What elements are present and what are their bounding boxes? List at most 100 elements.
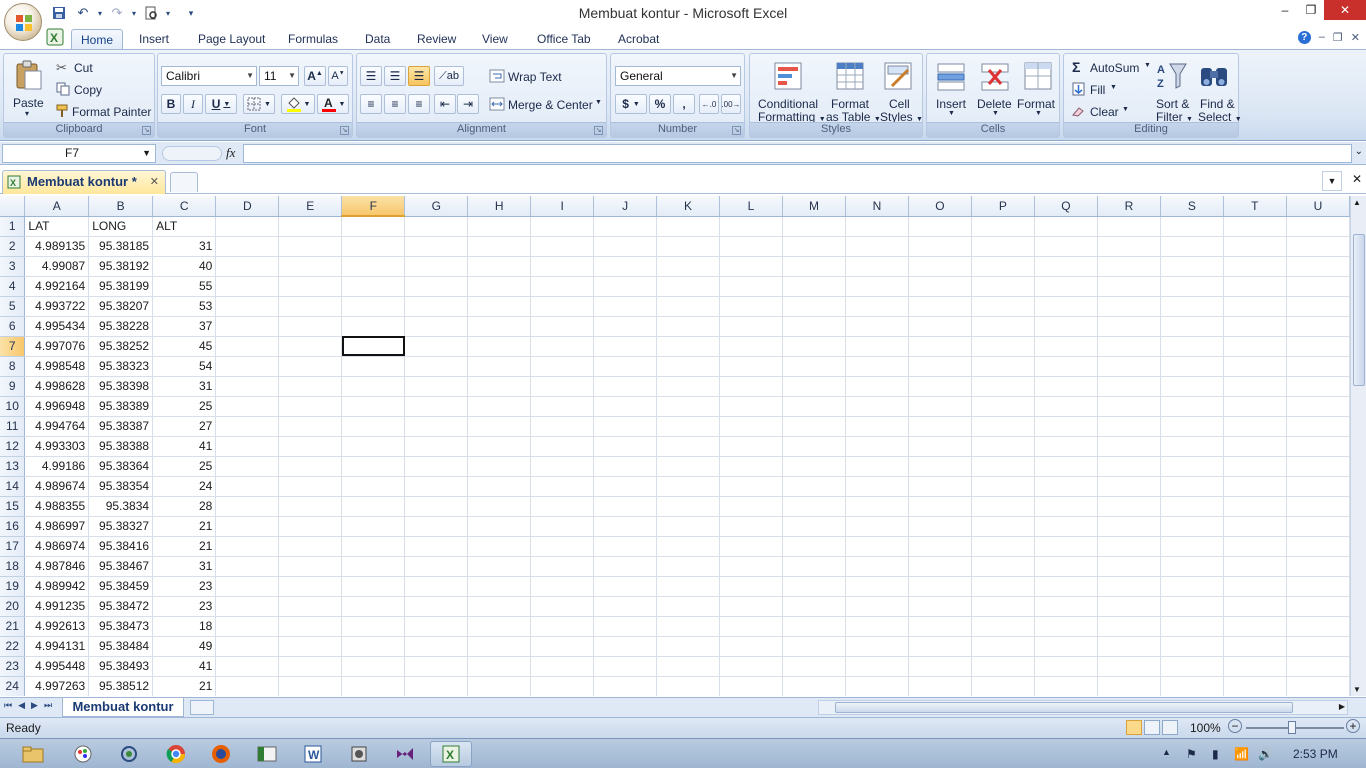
cell[interactable]: 95.38185 (88, 236, 154, 257)
cell[interactable] (1160, 356, 1224, 377)
cell[interactable] (278, 436, 343, 457)
cell[interactable] (908, 476, 972, 497)
row-header[interactable]: 22 (0, 636, 26, 657)
cell[interactable] (1034, 296, 1098, 317)
cell[interactable] (530, 216, 595, 237)
cell[interactable]: 4.992613 (24, 616, 90, 637)
cell[interactable] (782, 556, 846, 577)
cell[interactable] (1160, 536, 1224, 557)
cell[interactable] (782, 236, 846, 257)
cell[interactable] (1223, 596, 1287, 617)
cell[interactable] (278, 256, 343, 277)
cell[interactable] (908, 356, 972, 377)
cell[interactable] (1223, 336, 1287, 357)
cell[interactable] (404, 256, 469, 277)
cell[interactable] (656, 676, 720, 696)
cell[interactable] (467, 256, 532, 277)
cell[interactable] (593, 276, 658, 297)
cell[interactable] (215, 576, 280, 597)
cell[interactable] (782, 536, 846, 557)
cell[interactable] (215, 556, 280, 577)
cell[interactable] (971, 376, 1035, 397)
cell[interactable]: 37 (152, 316, 217, 337)
expand-formula-bar-icon[interactable]: ⌄ (1355, 146, 1363, 157)
italic-button[interactable]: I (183, 94, 203, 114)
cell[interactable] (719, 576, 783, 597)
cell[interactable] (1160, 616, 1224, 637)
cell[interactable] (1286, 336, 1350, 357)
cell[interactable] (1223, 656, 1287, 677)
excel-icon[interactable]: X (46, 28, 64, 46)
cell[interactable] (593, 616, 658, 637)
row-header[interactable]: 13 (0, 456, 26, 477)
cell[interactable] (719, 296, 783, 317)
cell[interactable] (908, 656, 972, 677)
cell[interactable] (1286, 216, 1350, 237)
cell[interactable] (530, 616, 595, 637)
vertical-scroll-thumb[interactable] (1353, 234, 1365, 386)
cell[interactable] (1223, 416, 1287, 437)
cell[interactable] (1034, 476, 1098, 497)
autosum-button[interactable]: Σ AutoSum ▼ (1068, 58, 1152, 76)
cell[interactable] (593, 536, 658, 557)
cell[interactable] (467, 416, 532, 437)
cell[interactable] (782, 656, 846, 677)
cell[interactable]: 95.38388 (88, 436, 154, 457)
cell[interactable]: 95.38323 (88, 356, 154, 377)
cell[interactable] (404, 316, 469, 337)
cell[interactable] (1223, 516, 1287, 537)
cell[interactable] (404, 356, 469, 377)
cell[interactable] (1097, 656, 1161, 677)
cell[interactable] (971, 516, 1035, 537)
sheet-navigation-icons[interactable]: ⏮◀▶⏭ (4, 700, 58, 711)
row-header[interactable]: 10 (0, 396, 26, 417)
cell[interactable] (782, 636, 846, 657)
tab-review[interactable]: Review (408, 29, 465, 50)
cell[interactable] (1223, 316, 1287, 337)
tab-list-chevron-icon[interactable]: ▼ (1322, 171, 1342, 191)
cell[interactable] (1160, 416, 1224, 437)
cell[interactable] (341, 376, 406, 397)
cell[interactable] (719, 496, 783, 517)
row-header[interactable]: 20 (0, 596, 26, 617)
cell[interactable] (1097, 636, 1161, 657)
cell[interactable] (656, 296, 720, 317)
cell[interactable] (845, 516, 909, 537)
cell[interactable] (845, 436, 909, 457)
cell[interactable] (908, 376, 972, 397)
cell[interactable] (1034, 396, 1098, 417)
cell[interactable] (656, 536, 720, 557)
cell[interactable] (341, 476, 406, 497)
cell[interactable] (530, 456, 595, 477)
cell[interactable] (845, 256, 909, 277)
cell[interactable]: 4.987846 (24, 556, 90, 577)
column-header[interactable]: Q (1034, 196, 1098, 217)
cell[interactable]: 4.998548 (24, 356, 90, 377)
cell[interactable] (467, 216, 532, 237)
dialog-launcher-icon[interactable]: ↘ (340, 126, 349, 135)
cell[interactable]: 95.38387 (88, 416, 154, 437)
cell[interactable] (971, 216, 1035, 237)
cell[interactable] (845, 396, 909, 417)
cell[interactable]: 95.38364 (88, 456, 154, 477)
cell[interactable] (404, 496, 469, 517)
cell[interactable]: 95.38473 (88, 616, 154, 637)
zoom-in-icon[interactable]: + (1346, 719, 1360, 733)
cell[interactable] (1097, 396, 1161, 417)
cell[interactable]: 18 (152, 616, 217, 637)
cell[interactable] (278, 636, 343, 657)
cell[interactable] (530, 276, 595, 297)
cell[interactable] (215, 376, 280, 397)
cell[interactable] (1097, 496, 1161, 517)
cell[interactable] (341, 456, 406, 477)
cell[interactable] (1160, 676, 1224, 696)
cell[interactable]: 4.988355 (24, 496, 90, 517)
align-top-button[interactable]: ☰ (360, 66, 382, 86)
cell[interactable]: 4.991235 (24, 596, 90, 617)
cell[interactable] (719, 276, 783, 297)
cell[interactable] (1286, 636, 1350, 657)
cell[interactable]: 95.38484 (88, 636, 154, 657)
cell[interactable] (467, 276, 532, 297)
cell[interactable] (467, 336, 532, 357)
cell[interactable] (782, 516, 846, 537)
